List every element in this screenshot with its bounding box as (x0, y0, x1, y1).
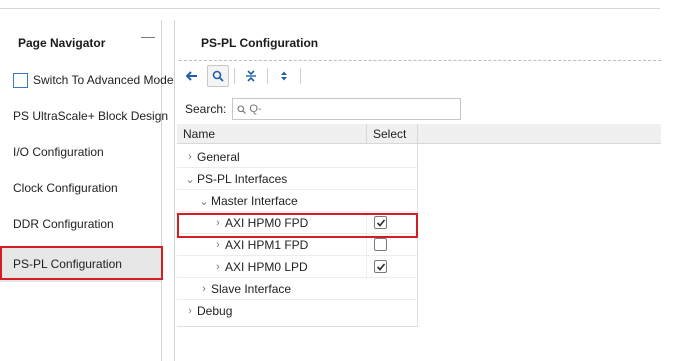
page-navigator-title: Page Navigator (18, 36, 106, 50)
search-row: Search: (185, 98, 462, 120)
chevron-right-icon[interactable]: › (211, 261, 225, 273)
tree-row-label: AXI HPM0 LPD (225, 260, 308, 274)
select-checkbox-axi-hpm0-lpd[interactable] (374, 260, 387, 273)
title-divider (179, 60, 661, 61)
tree-row-general[interactable]: › General (177, 146, 417, 168)
tree-row-axi-hpm0-lpd[interactable]: › AXI HPM0 LPD (177, 256, 417, 278)
tree-row-label: Slave Interface (211, 282, 292, 296)
nav-item-label: Clock Configuration (13, 181, 118, 195)
tree-row-label: Debug (197, 304, 233, 318)
checkbox-icon[interactable] (13, 72, 28, 88)
select-checkbox-axi-hpm0-fpd[interactable] (374, 216, 387, 229)
page-navigator-header: Page Navigator — (0, 20, 162, 62)
config-tree: Name Select › General ⌄ PS-PL Interfaces… (177, 124, 661, 327)
back-button[interactable] (181, 65, 203, 87)
search-icon (212, 70, 224, 82)
chevron-right-icon[interactable]: › (183, 151, 197, 163)
expand-all-button[interactable] (273, 65, 295, 87)
search-input[interactable] (246, 103, 447, 115)
nav-item-label: Switch To Advanced Mode (33, 73, 174, 87)
search-button[interactable] (207, 65, 229, 87)
nav-item-ddr-configuration[interactable]: DDR Configuration (0, 206, 161, 242)
chevron-right-icon[interactable]: › (211, 239, 225, 251)
select-checkbox-axi-hpm1-fpd[interactable] (374, 238, 387, 251)
checkmark-icon (376, 218, 385, 227)
nav-item-ps-pl-configuration[interactable]: PS-PL Configuration (0, 246, 161, 282)
tree-row-label: AXI HPM1 FPD (225, 238, 309, 252)
nav-item-label: PS-PL Configuration (13, 257, 122, 271)
tree-row-label: General (197, 150, 240, 164)
collapse-all-icon (246, 70, 256, 82)
toolbar-separator (300, 68, 301, 84)
column-divider (366, 124, 367, 144)
tree-row-ps-pl-interfaces[interactable]: ⌄ PS-PL Interfaces (177, 168, 417, 190)
tree-row-master-interface[interactable]: ⌄ Master Interface (177, 190, 417, 212)
tree-row-slave-interface[interactable]: › Slave Interface (177, 278, 417, 300)
expand-all-icon (281, 71, 287, 81)
page-navigator-panel: Page Navigator — Switch To Advanced Mode… (0, 20, 174, 361)
minimize-icon[interactable]: — (141, 28, 155, 44)
page-title: PS-PL Configuration (201, 36, 319, 50)
chevron-down-icon[interactable]: ⌄ (183, 173, 197, 186)
chevron-right-icon[interactable]: › (197, 283, 211, 295)
tree-row-label: PS-PL Interfaces (197, 172, 288, 186)
tree-header: Name Select (177, 124, 661, 144)
search-box[interactable] (232, 98, 462, 120)
tree-row-debug[interactable]: › Debug (177, 300, 417, 322)
nav-item-label: PS UltraScale+ Block Design (13, 109, 169, 123)
chevron-right-icon[interactable]: › (183, 305, 197, 317)
tree-row-label: Master Interface (211, 194, 298, 208)
nav-item-clock-configuration[interactable]: Clock Configuration (0, 170, 161, 206)
toolbar (181, 64, 306, 88)
column-divider (417, 124, 418, 144)
toolbar-separator (267, 68, 268, 84)
tree-row-label: AXI HPM0 FPD (225, 216, 309, 230)
tree-row-axi-hpm1-fpd[interactable]: › AXI HPM1 FPD (177, 234, 417, 256)
nav-item-label: I/O Configuration (13, 145, 104, 159)
search-label: Search: (185, 102, 227, 116)
tree-row-axi-hpm0-fpd[interactable]: › AXI HPM0 FPD (177, 212, 417, 234)
top-band (0, 0, 679, 20)
select-cell (366, 212, 417, 234)
select-cell (366, 256, 417, 278)
checkmark-icon (376, 262, 385, 271)
ps-pl-configuration-panel: PS-PL Configuration Search: Q- Name Sele… (174, 20, 661, 361)
back-arrow-icon (186, 71, 197, 81)
select-cell (366, 234, 417, 256)
nav-item-label: DDR Configuration (13, 217, 114, 231)
nav-item-ps-ultrascale-block-design[interactable]: PS UltraScale+ Block Design (0, 98, 168, 134)
nav-item-io-configuration[interactable]: I/O Configuration (0, 134, 161, 170)
toolbar-separator (234, 68, 235, 84)
search-icon (237, 104, 247, 114)
switch-advanced-mode-checkbox[interactable]: Switch To Advanced Mode (0, 62, 174, 98)
collapse-all-button[interactable] (240, 65, 262, 87)
column-header-select[interactable]: Select (373, 127, 406, 141)
chevron-right-icon[interactable]: › (211, 217, 225, 229)
chevron-down-icon[interactable]: ⌄ (197, 195, 211, 208)
top-divider (0, 8, 660, 9)
column-header-name[interactable]: Name (183, 127, 215, 141)
